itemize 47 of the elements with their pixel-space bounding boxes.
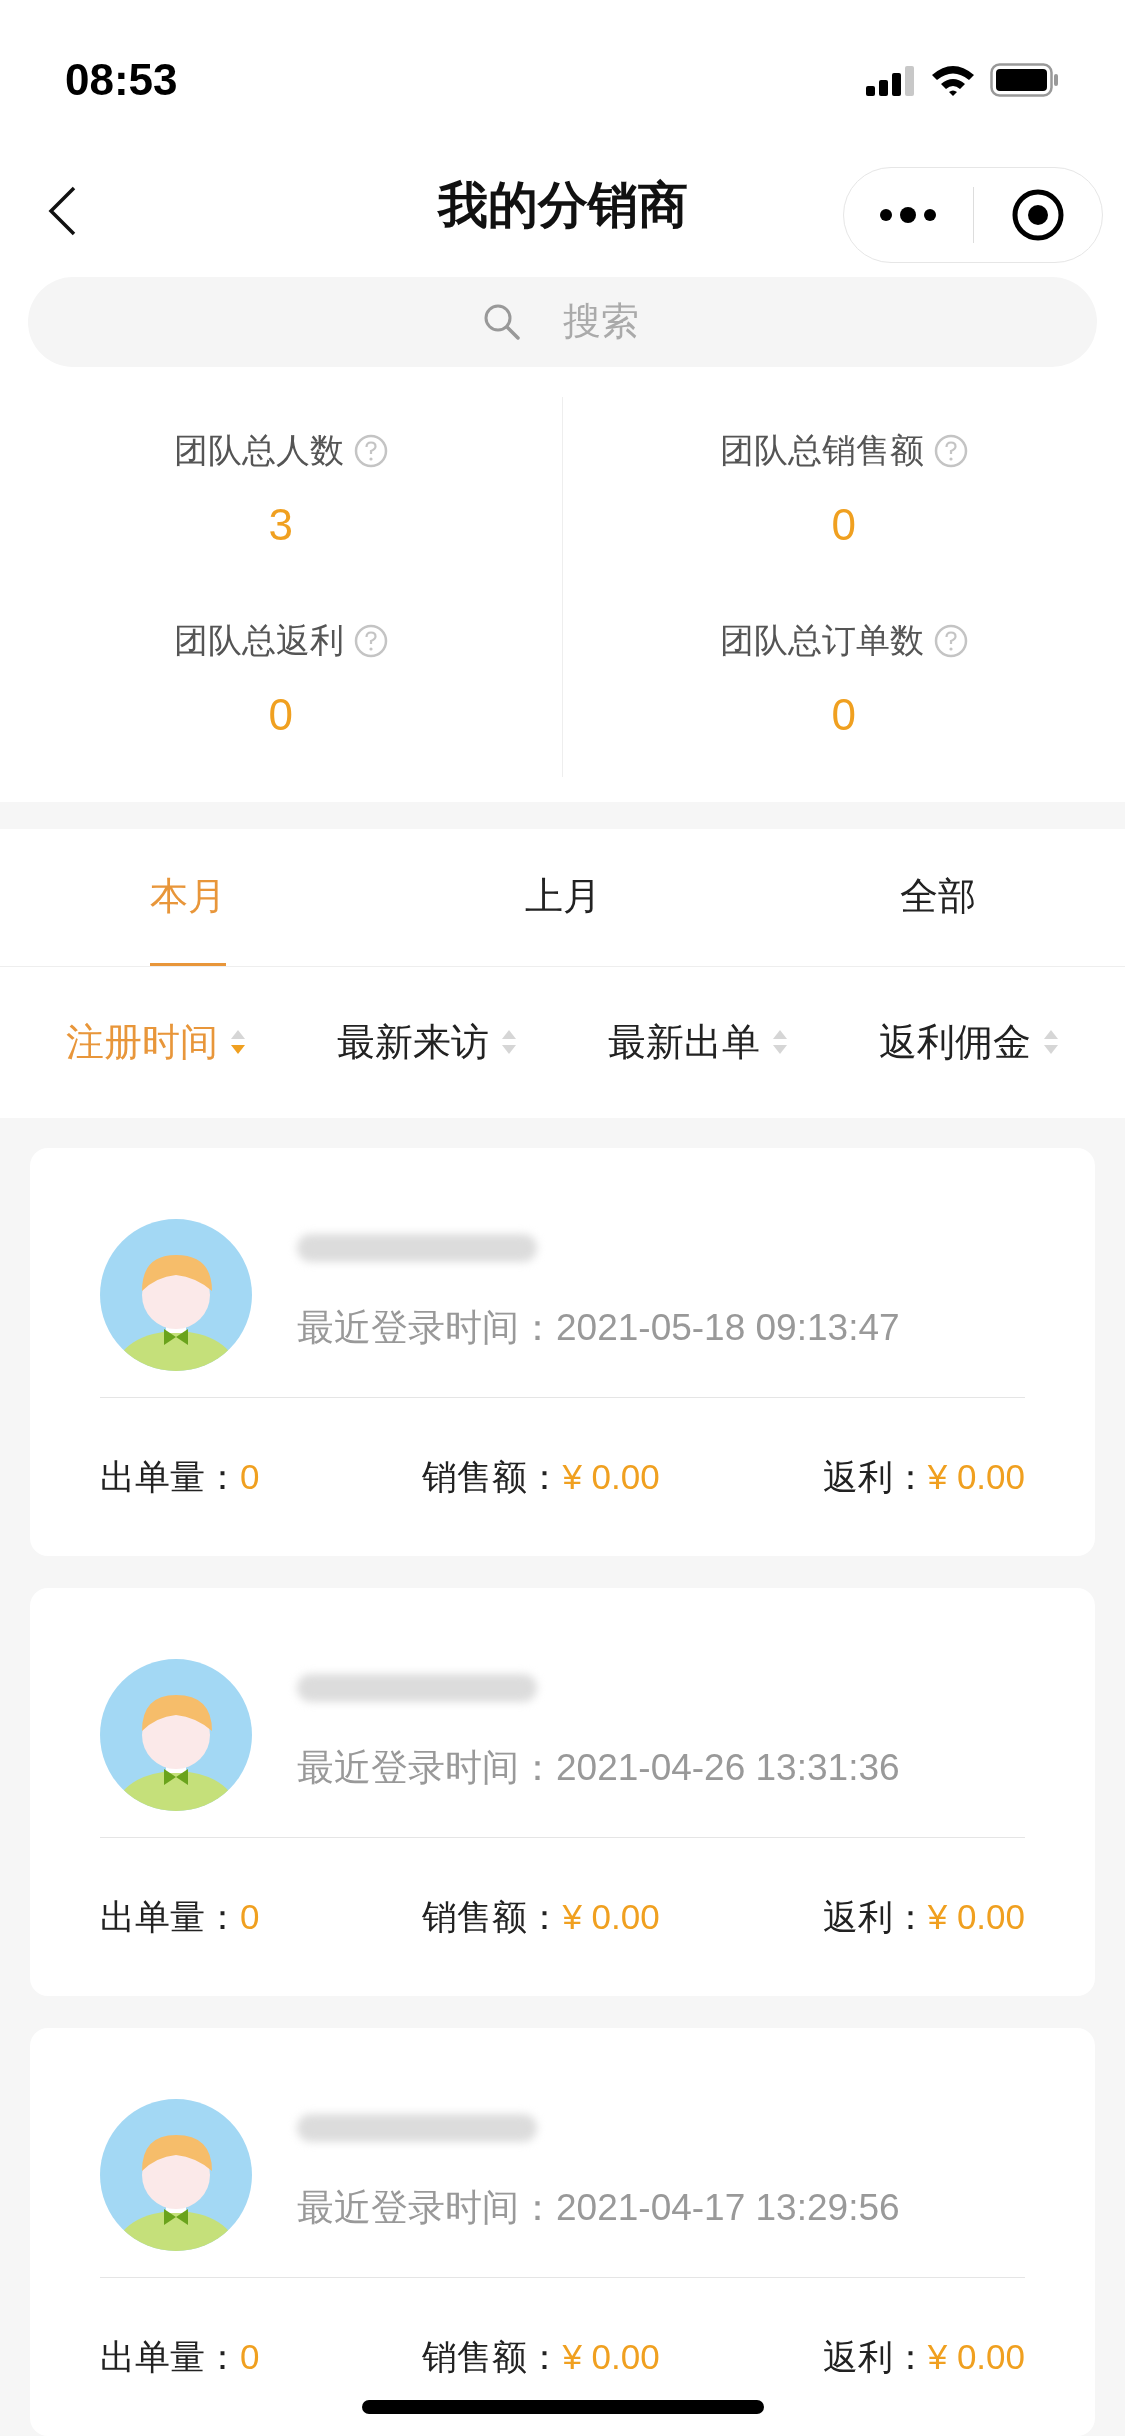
rebate-value: ¥ 0.00: [927, 2335, 1025, 2378]
orders-value: 0: [240, 1895, 260, 1938]
rebate-value: ¥ 0.00: [927, 1455, 1025, 1498]
help-icon[interactable]: [933, 623, 968, 658]
sort-option[interactable]: 最新来访: [336, 1013, 517, 1071]
search-icon: [483, 302, 521, 341]
help-icon[interactable]: [353, 623, 388, 658]
sales-label: 销售额：: [422, 1455, 563, 1498]
stat-value: 0: [831, 689, 856, 742]
last-login-time: 最近登录时间：2021-05-18 09:13:47: [297, 1306, 900, 1351]
page-title: 我的分销商: [437, 176, 688, 235]
period-tab[interactable]: 上月: [524, 829, 601, 966]
last-login-time: 最近登录时间：2021-04-17 13:29:56: [297, 2186, 900, 2231]
status-time: 08:53: [65, 53, 178, 106]
close-target-icon[interactable]: [1010, 188, 1065, 243]
rebate-value: ¥ 0.00: [927, 1895, 1025, 1938]
last-login-time: 最近登录时间：2021-04-26 13:31:36: [297, 1746, 900, 1791]
battery-icon: [990, 62, 1060, 97]
more-icon[interactable]: [879, 206, 938, 225]
stat-label: 团队总销售额: [719, 430, 924, 472]
stat-label: 团队总订单数: [719, 620, 924, 662]
sales-value: ¥ 0.00: [562, 2335, 660, 2378]
rebate-label: 返利：: [822, 1455, 928, 1498]
search-field[interactable]: 搜索: [28, 276, 1097, 367]
rebate-label: 返利：: [822, 1895, 928, 1938]
period-tab[interactable]: 全部: [899, 829, 976, 966]
signal-icon: [866, 63, 916, 96]
sales-label: 销售额：: [422, 2335, 563, 2378]
sales-label: 销售额：: [422, 1895, 563, 1938]
orders-label: 出单量：: [100, 1455, 240, 1498]
orders-label: 出单量：: [100, 2335, 240, 2378]
orders-value: 0: [240, 2335, 260, 2378]
help-icon[interactable]: [933, 433, 968, 468]
back-icon[interactable]: [48, 186, 76, 237]
sales-value: ¥ 0.00: [562, 1895, 660, 1938]
sort-option[interactable]: 最新出单: [608, 1013, 789, 1071]
sort-option[interactable]: 返利佣金: [879, 1013, 1060, 1071]
orders-label: 出单量：: [100, 1895, 240, 1938]
help-icon[interactable]: [353, 433, 388, 468]
stat-label: 团队总返利: [173, 620, 344, 662]
stat-value: 3: [268, 499, 293, 552]
rebate-label: 返利：: [822, 2335, 928, 2378]
stat-value: 0: [831, 499, 856, 552]
sales-value: ¥ 0.00: [562, 1455, 660, 1498]
stat-value: 0: [268, 689, 293, 742]
stat-label: 团队总人数: [173, 430, 344, 472]
orders-value: 0: [240, 1455, 260, 1498]
